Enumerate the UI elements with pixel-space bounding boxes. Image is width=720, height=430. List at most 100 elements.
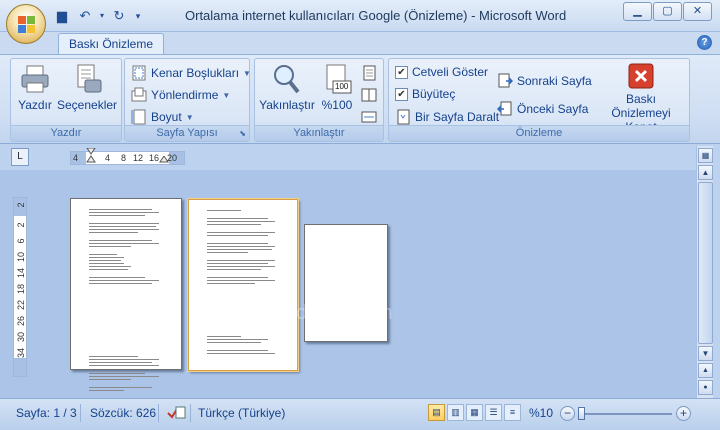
text-line: [207, 353, 275, 354]
select-browse-object-icon[interactable]: ●: [698, 380, 713, 395]
zoom-level[interactable]: %10: [529, 406, 553, 420]
text-line: [89, 379, 131, 380]
outline-view-icon[interactable]: ☰: [485, 404, 502, 421]
scroll-up-button[interactable]: ▲: [698, 165, 713, 180]
options-button[interactable]: Seçenekler: [57, 63, 117, 112]
title-bar: ▆ ↶ ▾ ↻ ▾ Ortalama internet kullanıcılar…: [0, 0, 720, 32]
vruler-tick: 22: [16, 300, 26, 311]
redo-icon[interactable]: ↻: [109, 7, 129, 25]
office-button[interactable]: [6, 4, 46, 44]
zoom-in-icon[interactable]: +: [676, 406, 691, 421]
vruler-tick: 6: [16, 238, 26, 244]
close-window-button[interactable]: ✕: [683, 2, 712, 21]
preview-group: ✔ Cetveli Göster ✔ Büyüteç Bir Sayfa Dar…: [388, 58, 690, 142]
margins-button[interactable]: Kenar Boşlukları ▼: [131, 65, 251, 81]
text-line: [207, 249, 272, 250]
two-pages-button[interactable]: [361, 87, 377, 103]
web-layout-view-icon[interactable]: ▦: [466, 404, 483, 421]
text-line: [89, 359, 159, 360]
text-line: [89, 260, 121, 261]
shrink-one-page-button[interactable]: Bir Sayfa Daralt: [395, 109, 499, 125]
previous-page-button[interactable]: Önceki Sayfa: [496, 101, 588, 117]
full-screen-reading-view-icon[interactable]: ▥: [447, 404, 464, 421]
preview-page-2[interactable]: [188, 199, 298, 371]
dialog-launcher-icon[interactable]: ⬊: [239, 129, 246, 138]
tab-print-preview[interactable]: Baskı Önizleme: [58, 33, 165, 55]
ribbon-tab-row: Baskı Önizleme ?: [0, 32, 720, 55]
zoom-out-icon[interactable]: −: [560, 406, 575, 421]
text-line: [89, 362, 152, 363]
magnifier-checkbox[interactable]: ✔ Büyüteç: [395, 87, 455, 101]
zoom-group-label: Yakınlaştır: [255, 125, 383, 141]
text-line: [207, 283, 255, 284]
text-line: [89, 269, 128, 270]
next-page-button[interactable]: Sonraki Sayfa: [497, 73, 592, 89]
save-icon[interactable]: ▆: [52, 7, 72, 25]
undo-icon[interactable]: ↶: [75, 7, 95, 25]
text-line: [89, 277, 145, 278]
print-button[interactable]: Yazdır: [17, 63, 53, 112]
vruler-tick: 26: [16, 316, 26, 327]
one-page-icon: [361, 65, 377, 81]
page-width-button[interactable]: [361, 109, 377, 125]
zoom-slider[interactable]: − +: [560, 406, 692, 422]
horizontal-ruler[interactable]: 4 4 8 12 16 20: [70, 148, 185, 168]
word-count[interactable]: Sözcük: 626: [90, 406, 156, 420]
size-button[interactable]: Boyut ▼: [131, 109, 194, 125]
help-icon[interactable]: ?: [697, 35, 712, 50]
text-line: [89, 280, 159, 281]
orientation-button[interactable]: Yönlendirme ▼: [131, 87, 230, 103]
orientation-icon: [131, 87, 147, 103]
close-icon: [628, 63, 654, 89]
text-line: [207, 277, 268, 278]
text-line: [89, 223, 159, 224]
one-page-button[interactable]: [361, 65, 377, 81]
page-size-icon: [131, 109, 147, 125]
close-print-preview-button[interactable]: Baskı Önizlemeyi Kapat: [595, 63, 687, 134]
show-ruler-checkbox[interactable]: ✔ Cetveli Göster: [395, 65, 488, 79]
view-ruler-toggle-icon[interactable]: ▦: [698, 148, 713, 163]
text-line: [207, 336, 241, 337]
zoom-100-button[interactable]: 100 %100: [319, 63, 355, 112]
minimize-button[interactable]: ▁: [623, 2, 652, 21]
draft-view-icon[interactable]: ≡: [504, 404, 521, 421]
customize-qat-icon[interactable]: ▾: [132, 7, 144, 25]
scrollbar-thumb[interactable]: [698, 182, 713, 344]
ruler-tick: 4: [73, 153, 79, 163]
print-layout-view-icon[interactable]: ▤: [428, 404, 445, 421]
preview-page-1[interactable]: [70, 198, 182, 391]
language-indicator[interactable]: Türkçe (Türkiye): [198, 406, 285, 420]
ruler-tick: 16: [149, 153, 160, 163]
zoom-button[interactable]: Yakınlaştır: [259, 63, 315, 112]
text-line: [89, 215, 145, 216]
maximize-button[interactable]: ▢: [653, 2, 682, 21]
text-line: [207, 224, 261, 225]
vertical-ruler[interactable]: 2 2 6 10 14 18 22 26 30 34: [13, 197, 27, 377]
text-line: [89, 229, 159, 230]
right-indent-marker-icon[interactable]: [159, 156, 169, 166]
text-line: [207, 221, 275, 222]
vertical-scrollbar[interactable]: ▦ ▲ ▼ ▲ ●: [696, 146, 713, 398]
text-line: [89, 365, 159, 366]
tab-stop-selector[interactable]: L: [11, 148, 29, 166]
vruler-tick: 10: [16, 252, 26, 263]
text-line: [89, 356, 138, 357]
scroll-down-button[interactable]: ▼: [698, 346, 713, 361]
undo-dropdown-icon[interactable]: ▾: [98, 7, 106, 25]
text-line: [207, 252, 248, 253]
text-line: [89, 246, 131, 247]
previous-page-icon[interactable]: ▲: [698, 363, 713, 378]
previous-page-icon: [496, 101, 513, 117]
chevron-down-icon: ▼: [185, 112, 194, 122]
next-page-icon: [497, 73, 514, 89]
print-group: Yazdır Seçenekler Yazdır: [10, 58, 122, 142]
text-line: [89, 390, 124, 391]
text-line: [89, 266, 131, 267]
proofing-icon[interactable]: [166, 403, 186, 426]
zoom-slider-knob[interactable]: [578, 407, 585, 420]
text-line: [207, 263, 268, 264]
page-indicator[interactable]: Sayfa: 1 / 3: [16, 406, 77, 420]
status-separator: [80, 404, 81, 422]
checkbox-checked-icon: ✔: [395, 65, 408, 79]
indent-marker-icon[interactable]: [86, 148, 96, 168]
